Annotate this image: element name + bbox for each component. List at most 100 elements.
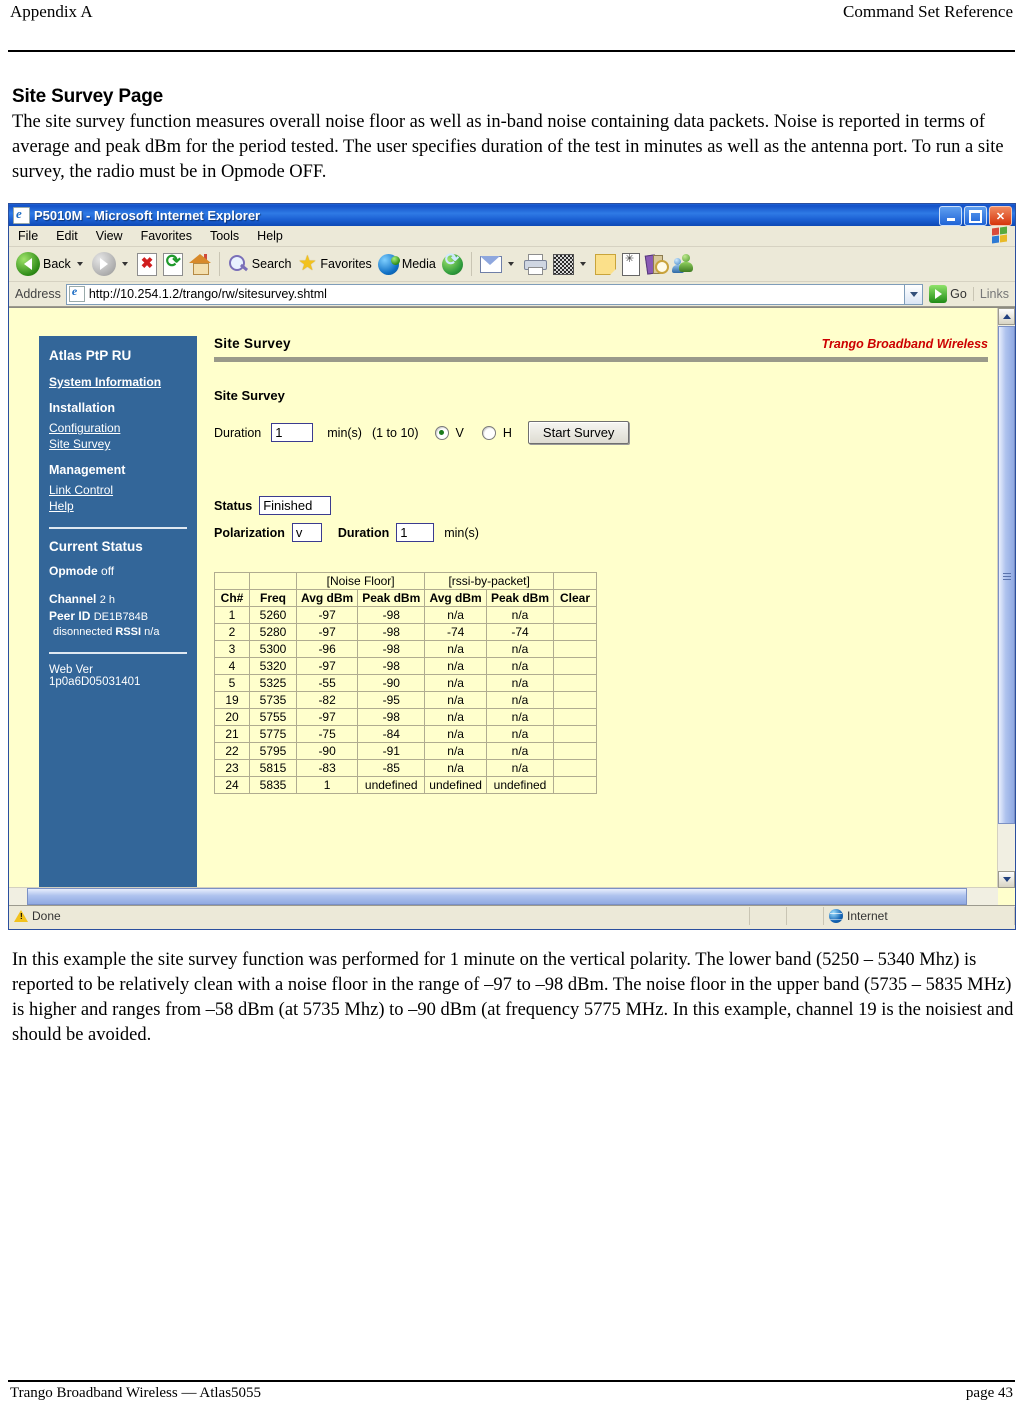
restore-button[interactable] [964, 206, 987, 226]
media-button[interactable]: Media [375, 249, 439, 279]
status-channel-label: Channel [49, 592, 97, 606]
group-spacer-freq [250, 573, 296, 589]
address-label: Address [15, 287, 61, 301]
cell-peak-dbm: -74 [486, 624, 554, 640]
page-icon [68, 284, 85, 302]
history-icon [441, 250, 463, 275]
cell-peak-dbm: n/a [486, 726, 554, 742]
nav-link-system-information[interactable]: System Information [49, 375, 187, 389]
vertical-scroll-thumb[interactable] [998, 326, 1015, 824]
refresh-button[interactable] [160, 249, 186, 279]
window-controls: ✕ [939, 206, 1012, 226]
header-command-set-label: Command Set Reference [843, 2, 1013, 21]
notes-button[interactable] [592, 249, 619, 279]
cell-clear[interactable] [554, 709, 597, 725]
nav-link-link-control[interactable]: Link Control [49, 483, 187, 497]
warning-icon: ! [14, 909, 28, 923]
cell-peak-dbm: -91 [358, 743, 425, 759]
horizontal-scroll-thumb[interactable] [27, 888, 967, 905]
messenger-button[interactable] [619, 249, 643, 279]
scroll-down-button[interactable] [998, 871, 1015, 888]
address-dropdown-button[interactable] [905, 283, 924, 305]
web-page-content: Atlas PtP RU System Information Installa… [9, 308, 998, 888]
cell-clear[interactable] [554, 743, 597, 759]
favorites-button[interactable]: ★ Favorites [294, 249, 374, 279]
duration-units-label: min(s) [327, 425, 362, 440]
chevron-up-icon [1002, 314, 1011, 319]
nav-divider-1 [49, 527, 187, 529]
duration-input[interactable]: 1 [271, 423, 314, 442]
menu-item-tools[interactable]: Tools [201, 226, 248, 246]
nav-divider-2 [49, 652, 187, 654]
cell-clear[interactable] [554, 641, 597, 657]
cell-clear[interactable] [554, 658, 597, 674]
cell-avg-dbm: undefined [425, 777, 486, 793]
contacts-button[interactable] [670, 249, 699, 279]
cell-freq: 5325 [250, 675, 296, 691]
print-button[interactable] [520, 249, 550, 279]
search-button[interactable]: Search [225, 249, 295, 279]
vertical-scrollbar[interactable] [997, 308, 1015, 888]
polarization-v-radio[interactable] [434, 425, 449, 440]
cell-peak-dbm: n/a [486, 658, 554, 674]
forward-button[interactable] [89, 249, 134, 279]
table-row: 4 5320 -97 -98 n/a n/a [215, 658, 597, 674]
window-title: P5010M - Microsoft Internet Explorer [34, 207, 261, 223]
page-title: Site Survey Page [12, 86, 163, 107]
forward-dropdown-icon[interactable] [121, 262, 128, 266]
home-button[interactable] [186, 249, 214, 279]
cell-clear[interactable] [554, 675, 597, 691]
nav-link-site-survey[interactable]: Site Survey [49, 437, 187, 451]
footer-divider [8, 1380, 1015, 1382]
back-dropdown-icon[interactable] [76, 262, 83, 266]
cell-clear[interactable] [554, 624, 597, 640]
menu-item-edit[interactable]: Edit [47, 226, 87, 246]
toolbar-separator-2 [470, 252, 472, 276]
address-input[interactable]: http://10.254.1.2/trango/rw/sitesurvey.s… [65, 283, 906, 305]
close-button[interactable]: ✕ [989, 206, 1012, 226]
column-header-rssi-avg: Avg dBm [425, 590, 486, 606]
scroll-up-button[interactable] [998, 308, 1015, 325]
cell-clear[interactable] [554, 777, 597, 793]
nav-link-configuration[interactable]: Configuration [49, 421, 187, 435]
group-spacer-ch [215, 573, 249, 589]
messenger-icon [621, 252, 640, 276]
cell-clear[interactable] [554, 726, 597, 742]
result-duration-label: Duration [337, 525, 390, 540]
status-peerid-label: Peer ID [49, 609, 91, 623]
edit-dropdown-icon[interactable] [579, 262, 586, 266]
edit-button[interactable] [550, 249, 592, 279]
menu-item-favorites[interactable]: Favorites [132, 226, 201, 246]
history-button[interactable] [439, 249, 466, 279]
duration-label: Duration [214, 425, 262, 440]
minimize-button[interactable] [939, 206, 962, 226]
nav-heading-management: Management [49, 463, 126, 477]
menu-item-help[interactable]: Help [248, 226, 292, 246]
back-button[interactable]: Back [13, 249, 89, 279]
horizontal-scrollbar[interactable] [9, 887, 998, 905]
chevron-down-icon [1002, 877, 1011, 882]
cell-avg-dbm: 1 [297, 777, 358, 793]
media-button-label: Media [401, 257, 436, 271]
menu-item-view[interactable]: View [87, 226, 132, 246]
current-status-heading: Current Status [49, 539, 143, 554]
cell-ch-: 5 [215, 675, 249, 691]
cell-avg-dbm: -97 [297, 709, 358, 725]
research-button[interactable] [643, 249, 670, 279]
cell-avg-dbm: n/a [425, 658, 486, 674]
footer-page-number: page 43 [965, 1385, 1013, 1401]
start-survey-button[interactable]: Start Survey [527, 421, 630, 444]
polarization-h-radio[interactable] [481, 425, 496, 440]
cell-peak-dbm: -98 [358, 607, 425, 623]
cell-clear[interactable] [554, 607, 597, 623]
mail-dropdown-icon[interactable] [507, 262, 514, 266]
go-button[interactable]: Go [923, 285, 973, 303]
menu-item-file[interactable]: File [9, 226, 47, 246]
mail-button[interactable] [477, 249, 520, 279]
stop-button[interactable]: ✖ [134, 249, 160, 279]
links-button[interactable]: Links [972, 287, 1015, 301]
nav-link-help[interactable]: Help [49, 499, 187, 513]
cell-clear[interactable] [554, 760, 597, 776]
cell-peak-dbm: -90 [358, 675, 425, 691]
cell-clear[interactable] [554, 692, 597, 708]
